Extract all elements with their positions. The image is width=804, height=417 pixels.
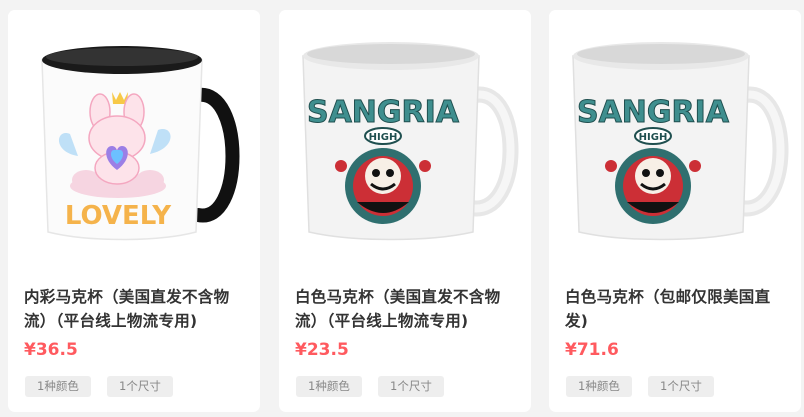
color-count-tag: 1种颜色 <box>296 376 362 397</box>
product-card[interactable]: SANGRIA HIGH 白色马克杯（包邮仅限美国直发) ¥71.6 1种颜色 … <box>549 10 801 412</box>
product-price: ¥71.6 <box>565 340 619 360</box>
print-text: LOVELY <box>65 201 172 231</box>
print-text: SANGRIA <box>577 95 730 130</box>
product-price: ¥23.5 <box>295 340 349 360</box>
mug-icon: SANGRIA HIGH <box>302 42 519 241</box>
size-count-tag: 1个尺寸 <box>378 376 444 397</box>
product-title[interactable]: 内彩马克杯（美国直发不含物流）（平台线上物流专用) <box>24 285 246 333</box>
product-price: ¥36.5 <box>24 340 78 360</box>
print-badge-text: HIGH <box>369 132 398 143</box>
product-title[interactable]: 白色马克杯（包邮仅限美国直发) <box>565 285 787 333</box>
size-count-tag: 1个尺寸 <box>107 376 173 397</box>
product-image[interactable]: SANGRIA HIGH <box>279 10 531 262</box>
color-count-tag: 1种颜色 <box>566 376 632 397</box>
product-card[interactable]: LOVELY 内彩马克杯（美国直发不含物流）（平台线上物流专用) ¥36.5 1… <box>8 10 260 412</box>
mug-icon: LOVELY <box>41 46 240 241</box>
print-badge-text: HIGH <box>639 132 668 143</box>
product-title[interactable]: 白色马克杯（美国直发不含物流）（平台线上物流专用) <box>295 285 517 333</box>
print-text: SANGRIA <box>307 95 460 130</box>
product-card[interactable]: SANGRIA HIGH 白色马克杯（美国直发不含物流）（平台线上物流专用) ¥… <box>279 10 531 412</box>
product-image[interactable]: SANGRIA HIGH <box>549 10 801 262</box>
color-count-tag: 1种颜色 <box>25 376 91 397</box>
product-image[interactable]: LOVELY <box>8 10 260 262</box>
size-count-tag: 1个尺寸 <box>648 376 714 397</box>
mug-icon: SANGRIA HIGH <box>572 42 789 241</box>
